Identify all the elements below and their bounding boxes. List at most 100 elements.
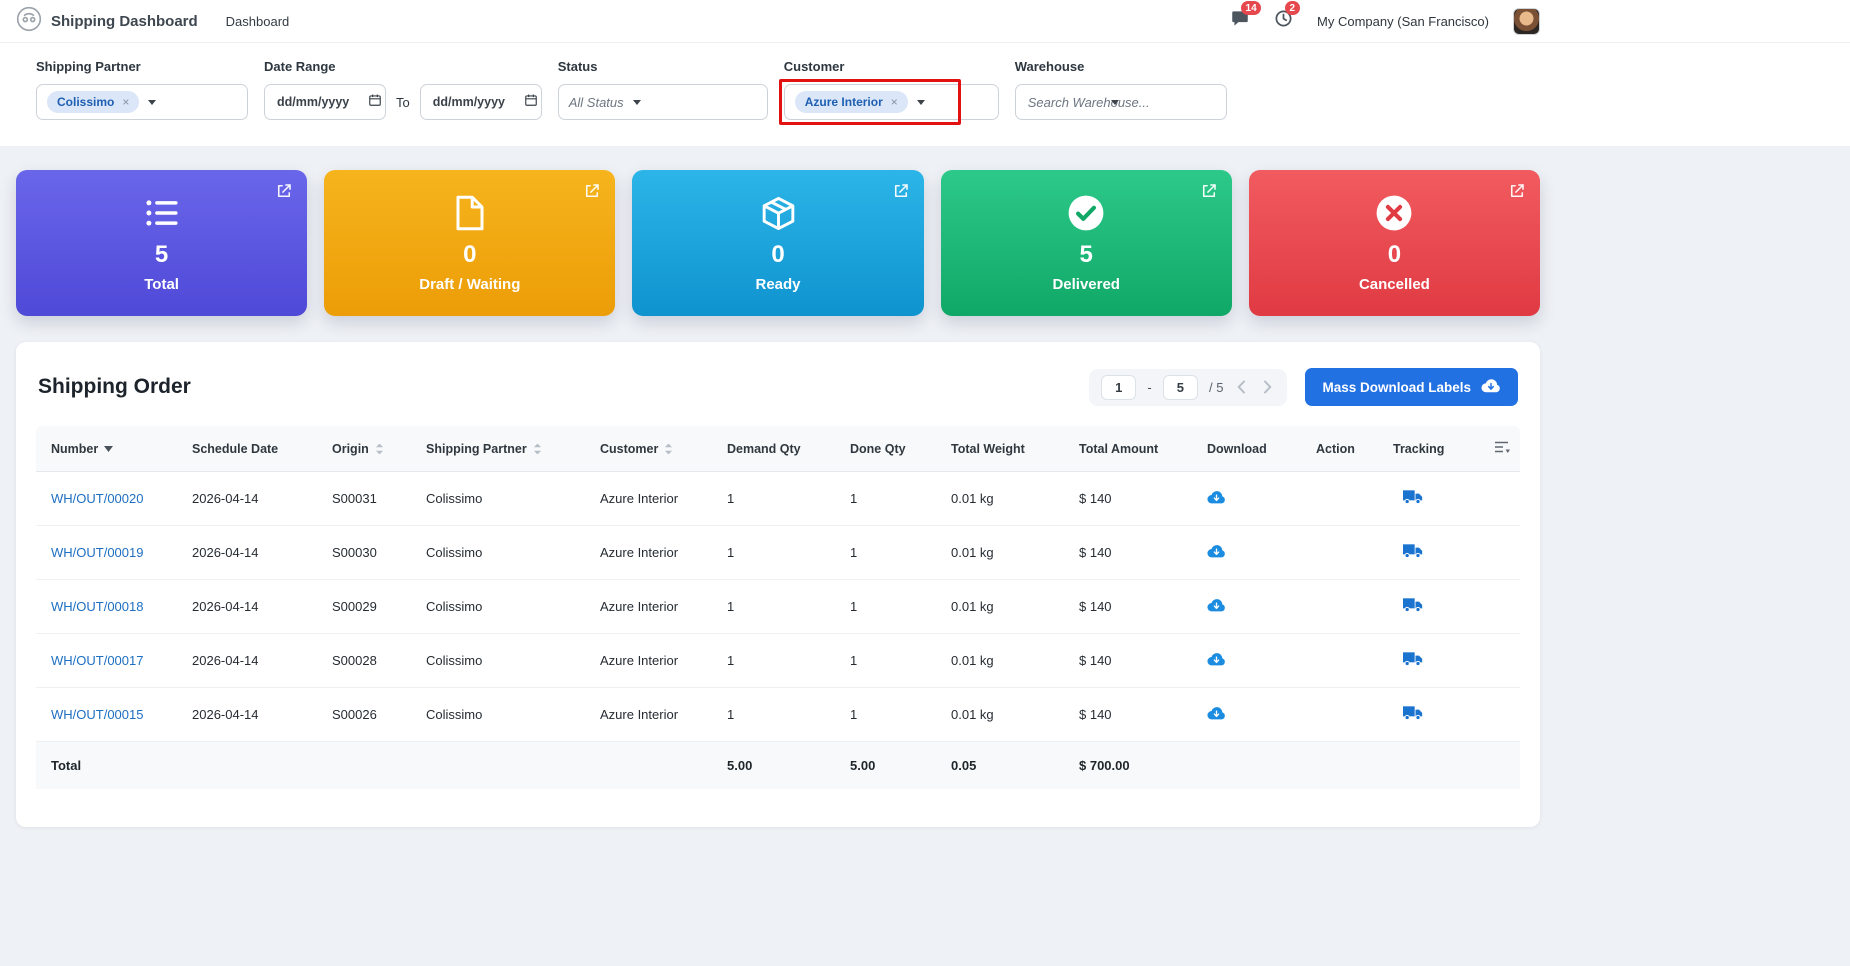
external-link-icon[interactable] (583, 182, 601, 205)
cloud-download-icon[interactable] (1207, 706, 1226, 721)
sort-icon (664, 443, 673, 455)
order-number-link[interactable]: WH/OUT/00020 (51, 491, 143, 506)
col-number[interactable]: Number (36, 426, 182, 472)
external-link-icon[interactable] (1200, 182, 1218, 205)
external-link-icon[interactable] (275, 182, 293, 205)
origin-cell: S00031 (322, 472, 416, 526)
sort-icon (375, 443, 384, 455)
action-cell (1306, 634, 1383, 688)
col-origin[interactable]: Origin (322, 426, 416, 472)
partner-cell: Colissimo (416, 634, 590, 688)
schedule-date-cell: 2026-04-14 (182, 634, 322, 688)
stat-card-cancelled[interactable]: 0 Cancelled (1249, 170, 1540, 316)
cloud-download-icon[interactable] (1207, 598, 1226, 613)
truck-icon[interactable] (1403, 705, 1423, 721)
customer-cell: Azure Interior (590, 526, 717, 580)
truck-icon[interactable] (1403, 489, 1423, 505)
col-done-qty: Done Qty (840, 426, 941, 472)
chevron-right-icon[interactable] (1260, 380, 1275, 394)
customer-cell: Azure Interior (590, 580, 717, 634)
total-weight: 0.05 (941, 742, 1069, 790)
status-value: All Status (569, 95, 624, 110)
truck-icon[interactable] (1403, 543, 1423, 559)
mass-download-labels-button[interactable]: Mass Download Labels (1305, 368, 1518, 406)
truck-icon[interactable] (1403, 651, 1423, 667)
status-label: Status (558, 59, 768, 74)
warehouse-search-field[interactable] (1015, 84, 1227, 120)
stat-card-draft-waiting[interactable]: 0 Draft / Waiting (324, 170, 615, 316)
order-number-link[interactable]: WH/OUT/00018 (51, 599, 143, 614)
menu-dashboard[interactable]: Dashboard (226, 14, 290, 29)
customer-select[interactable]: Azure Interior × (784, 84, 999, 120)
order-number-link[interactable]: WH/OUT/00015 (51, 707, 143, 722)
origin-cell: S00030 (322, 526, 416, 580)
stat-label: Ready (755, 276, 800, 293)
shipping-partner-select[interactable]: Colissimo × (36, 84, 248, 120)
cloud-download-icon[interactable] (1207, 652, 1226, 667)
filter-date-range: Date Range To (264, 59, 542, 120)
stat-card-ready[interactable]: 0 Ready (632, 170, 923, 316)
done-qty-cell: 1 (840, 472, 941, 526)
col-customer[interactable]: Customer (590, 426, 717, 472)
pagination-start[interactable]: 1 (1101, 375, 1136, 400)
shipping-partner-tag: Colissimo × (47, 91, 139, 113)
col-total-amount: Total Amount (1069, 426, 1197, 472)
stat-label: Delivered (1052, 276, 1120, 293)
sort-icon (533, 443, 542, 455)
messages-button[interactable]: 14 (1230, 9, 1250, 33)
shipping-order-table: Number Schedule Date Origin Shipping Par… (36, 426, 1520, 789)
calendar-icon[interactable] (368, 93, 382, 112)
schedule-date-cell: 2026-04-14 (182, 580, 322, 634)
chevron-left-icon[interactable] (1234, 380, 1249, 394)
total-amount-cell: $ 140 (1069, 580, 1197, 634)
cloud-download-icon[interactable] (1207, 544, 1226, 559)
chevron-down-icon (1111, 100, 1119, 105)
pagination-end[interactable]: 5 (1163, 375, 1198, 400)
company-switcher[interactable]: My Company (San Francisco) (1317, 14, 1489, 29)
total-amount-cell: $ 140 (1069, 688, 1197, 742)
order-number-link[interactable]: WH/OUT/00017 (51, 653, 143, 668)
remove-tag-icon[interactable]: × (122, 96, 129, 108)
date-from-input[interactable] (275, 94, 359, 110)
shipping-order-card: Shipping Order 1 - 5 / 5 Mass Download L… (16, 342, 1540, 827)
action-cell (1306, 526, 1383, 580)
order-number-link[interactable]: WH/OUT/00019 (51, 545, 143, 560)
date-from-field[interactable] (264, 84, 386, 120)
remove-tag-icon[interactable]: × (891, 96, 898, 108)
status-select[interactable]: All Status (558, 84, 768, 120)
main-content: 5 Total 0 Draft / Waiting 0 Ready (0, 170, 1556, 827)
sort-desc-icon (104, 446, 113, 452)
activities-button[interactable]: 2 (1274, 9, 1293, 33)
cloud-download-icon (1481, 378, 1501, 397)
page-title: Shipping Order (38, 375, 191, 399)
customer-cell: Azure Interior (590, 472, 717, 526)
col-download: Download (1197, 426, 1306, 472)
cloud-download-icon[interactable] (1207, 490, 1226, 505)
done-qty-cell: 1 (840, 688, 941, 742)
external-link-icon[interactable] (892, 182, 910, 205)
table-row: WH/OUT/00019 2026-04-14 S00030 Colissimo… (36, 526, 1520, 580)
date-to-input[interactable] (431, 94, 515, 110)
calendar-icon[interactable] (524, 93, 538, 112)
chevron-down-icon (917, 100, 925, 105)
stat-value: 0 (463, 241, 476, 269)
file-icon (455, 193, 485, 233)
filter-warehouse: Warehouse (1015, 59, 1227, 120)
optional-columns-icon[interactable] (1494, 440, 1510, 457)
date-range-label: Date Range (264, 59, 542, 74)
total-demand-qty: 5.00 (717, 742, 840, 790)
external-link-icon[interactable] (1508, 182, 1526, 205)
stat-card-total[interactable]: 5 Total (16, 170, 307, 316)
warehouse-search-input[interactable] (1026, 94, 1154, 111)
pagination-total: / 5 (1209, 380, 1223, 395)
total-amount-cell: $ 140 (1069, 526, 1197, 580)
stat-card-delivered[interactable]: 5 Delivered (941, 170, 1232, 316)
avatar[interactable] (1513, 8, 1540, 35)
app-brand[interactable]: Shipping Dashboard (16, 6, 198, 36)
partner-cell: Colissimo (416, 688, 590, 742)
col-shipping-partner[interactable]: Shipping Partner (416, 426, 590, 472)
done-qty-cell: 1 (840, 580, 941, 634)
stat-label: Cancelled (1359, 276, 1430, 293)
truck-icon[interactable] (1403, 597, 1423, 613)
date-to-field[interactable] (420, 84, 542, 120)
